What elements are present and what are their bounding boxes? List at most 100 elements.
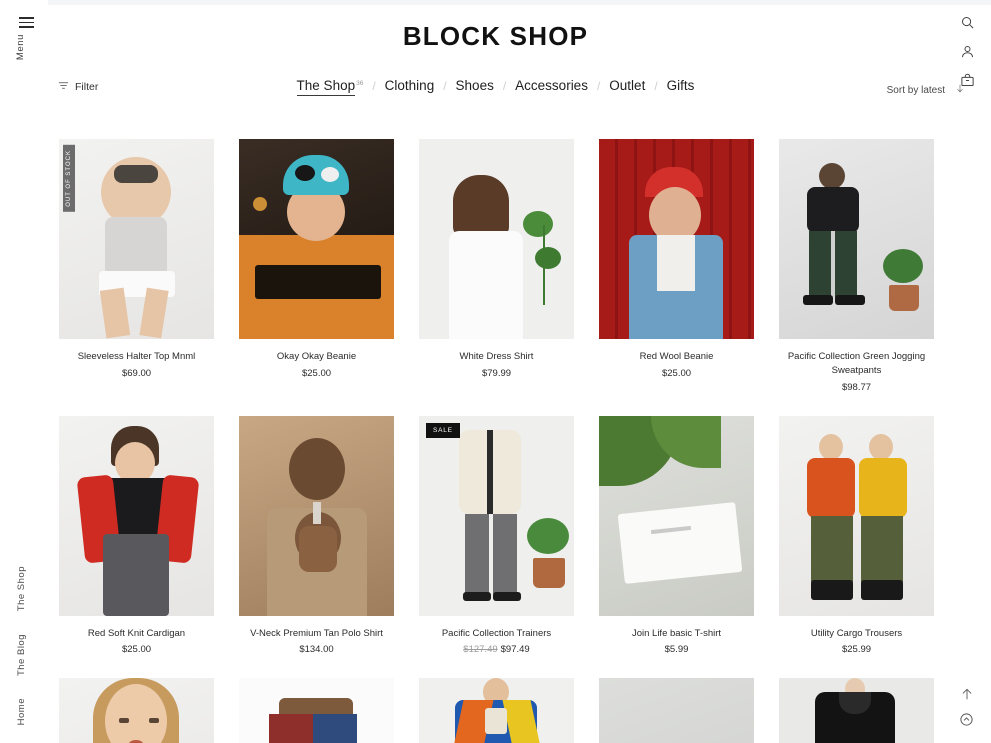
main-nav: The Shop36 / Clothing / Shoes / Accessor… <box>0 78 991 96</box>
product-price-value: $25.00 <box>121 644 152 656</box>
product-old-price: $127.49 <box>463 644 498 656</box>
product-price-value: $98.77 <box>841 381 872 393</box>
nav-item-the-shop-label: The Shop <box>296 78 356 96</box>
product-image[interactable] <box>239 415 394 616</box>
product-price: $79.99 <box>419 368 574 379</box>
product-image[interactable] <box>239 139 394 339</box>
arrow-down-icon <box>955 82 965 98</box>
product-photo <box>59 415 214 616</box>
status-badge-out-of-stock: OUT OF STOCK <box>63 145 75 212</box>
nav-item-accessories[interactable]: Accessories <box>506 78 597 93</box>
product-card[interactable] <box>599 678 754 743</box>
product-image[interactable] <box>779 139 934 339</box>
sort-label: Sort by latest <box>886 84 945 96</box>
product-price-value: $25.00 <box>301 367 332 379</box>
product-price: $25.00 <box>59 644 214 655</box>
product-card[interactable] <box>59 678 214 743</box>
product-card[interactable]: White Dress Shirt $79.99 <box>419 139 574 393</box>
rail-nav-item-home[interactable]: Home <box>16 698 27 725</box>
product-card[interactable]: Join Life basic T-shirt $5.99 <box>599 415 754 655</box>
product-image[interactable] <box>59 678 214 743</box>
product-title[interactable]: Pacific Collection Trainers <box>419 627 574 641</box>
product-card[interactable]: Utility Cargo Trousers $25.99 <box>779 415 934 655</box>
rail-nav: Home The Blog The Shop <box>16 566 27 725</box>
product-image[interactable] <box>419 139 574 339</box>
product-card[interactable]: Red Soft Knit Cardigan $25.00 <box>59 415 214 655</box>
product-photo <box>599 678 754 743</box>
product-photo <box>419 678 574 743</box>
product-card[interactable]: V-Neck Premium Tan Polo Shirt $134.00 <box>239 415 394 655</box>
site-logo[interactable]: BLOCK SHOP <box>0 21 991 52</box>
product-card[interactable]: SALE Pacific Collection Trainers $127.49… <box>419 415 574 655</box>
product-photo <box>59 678 214 743</box>
product-title[interactable]: White Dress Shirt <box>419 350 574 364</box>
nav-item-clothing[interactable]: Clothing <box>376 78 444 93</box>
product-price: $25.99 <box>779 644 934 655</box>
product-photo <box>239 139 394 339</box>
product-card[interactable] <box>779 678 934 743</box>
product-title[interactable]: Sleeveless Halter Top Mnml <box>59 350 214 364</box>
account-icon[interactable] <box>960 44 975 59</box>
product-card[interactable] <box>419 678 574 743</box>
product-price: $127.49 $97.49 <box>419 644 574 655</box>
product-image[interactable] <box>419 678 574 743</box>
product-title[interactable]: Utility Cargo Trousers <box>779 627 934 641</box>
nav-item-gifts[interactable]: Gifts <box>658 78 704 93</box>
product-photo <box>59 139 214 339</box>
product-photo <box>599 415 754 616</box>
product-photo <box>419 139 574 339</box>
product-price-value: $97.49 <box>500 644 530 656</box>
nav-item-shoes[interactable]: Shoes <box>447 78 503 93</box>
product-price-value: $5.99 <box>664 644 689 656</box>
product-photo <box>779 678 934 743</box>
product-image[interactable]: SALE <box>419 415 574 616</box>
browser-top-edge <box>0 0 991 5</box>
product-grid: OUT OF STOCK Sleeveless Halter Top Mnml … <box>59 139 934 743</box>
product-price: $25.00 <box>239 368 394 379</box>
product-image[interactable] <box>599 678 754 743</box>
product-title[interactable]: Pacific Collection Green Jogging Sweatpa… <box>779 350 934 378</box>
product-card[interactable]: Red Wool Beanie $25.00 <box>599 139 754 393</box>
product-price-value: $134.00 <box>299 644 334 656</box>
product-image[interactable] <box>779 678 934 743</box>
circle-play-icon[interactable] <box>959 712 974 727</box>
product-title[interactable]: Red Wool Beanie <box>599 350 754 364</box>
product-price: $5.99 <box>599 644 754 655</box>
status-badge-sale: SALE <box>426 422 460 438</box>
product-image[interactable] <box>239 678 394 743</box>
product-price-value: $79.99 <box>481 367 512 379</box>
nav-item-the-shop-count: 36 <box>356 79 364 87</box>
product-image[interactable] <box>599 415 754 616</box>
product-title[interactable]: Okay Okay Beanie <box>239 350 394 364</box>
product-title[interactable]: V-Neck Premium Tan Polo Shirt <box>239 627 394 641</box>
product-price-value: $25.00 <box>661 367 692 379</box>
product-price: $98.77 <box>779 382 934 393</box>
product-photo <box>239 678 394 743</box>
floating-controls <box>959 686 974 727</box>
product-photo <box>779 415 934 616</box>
search-icon[interactable] <box>960 15 975 30</box>
rail-nav-item-shop[interactable]: The Shop <box>16 566 27 611</box>
nav-item-outlet[interactable]: Outlet <box>600 78 654 93</box>
product-title[interactable]: Red Soft Knit Cardigan <box>59 627 214 641</box>
product-price: $134.00 <box>239 644 394 655</box>
product-price-value: $69.00 <box>121 367 152 379</box>
sort-dropdown[interactable]: Sort by latest <box>887 82 965 98</box>
product-image[interactable] <box>599 139 754 339</box>
arrow-up-icon[interactable] <box>960 686 974 702</box>
rail-nav-item-blog[interactable]: The Blog <box>16 634 27 676</box>
left-rail: Menu Home The Blog The Shop <box>0 0 48 743</box>
product-price: $69.00 <box>59 368 214 379</box>
product-image[interactable] <box>59 415 214 616</box>
product-image[interactable] <box>779 415 934 616</box>
product-photo <box>599 139 754 339</box>
product-photo <box>779 139 934 339</box>
product-image[interactable]: OUT OF STOCK <box>59 139 214 339</box>
product-title[interactable]: Join Life basic T-shirt <box>599 627 754 641</box>
product-card[interactable]: Okay Okay Beanie $25.00 <box>239 139 394 393</box>
product-card[interactable]: Pacific Collection Green Jogging Sweatpa… <box>779 139 934 393</box>
nav-item-the-shop[interactable]: The Shop36 <box>288 78 373 96</box>
product-card[interactable] <box>239 678 394 743</box>
product-photo <box>419 415 574 616</box>
product-card[interactable]: OUT OF STOCK Sleeveless Halter Top Mnml … <box>59 139 214 393</box>
